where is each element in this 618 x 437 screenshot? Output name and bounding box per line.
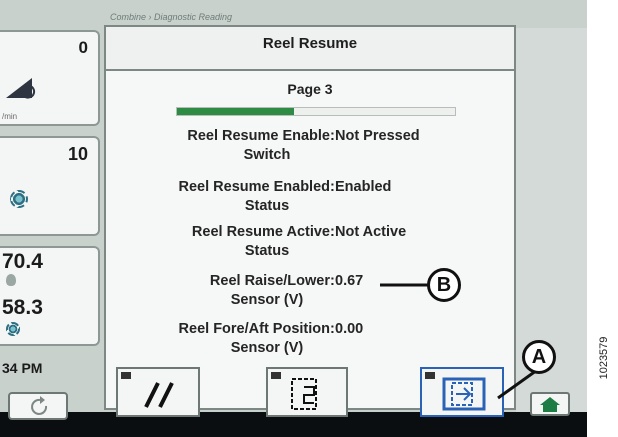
callout-leaders: [380, 283, 541, 400]
figure-id: 1023579: [598, 336, 610, 380]
callout-a: A: [522, 340, 556, 374]
callout-b: B: [427, 268, 461, 302]
